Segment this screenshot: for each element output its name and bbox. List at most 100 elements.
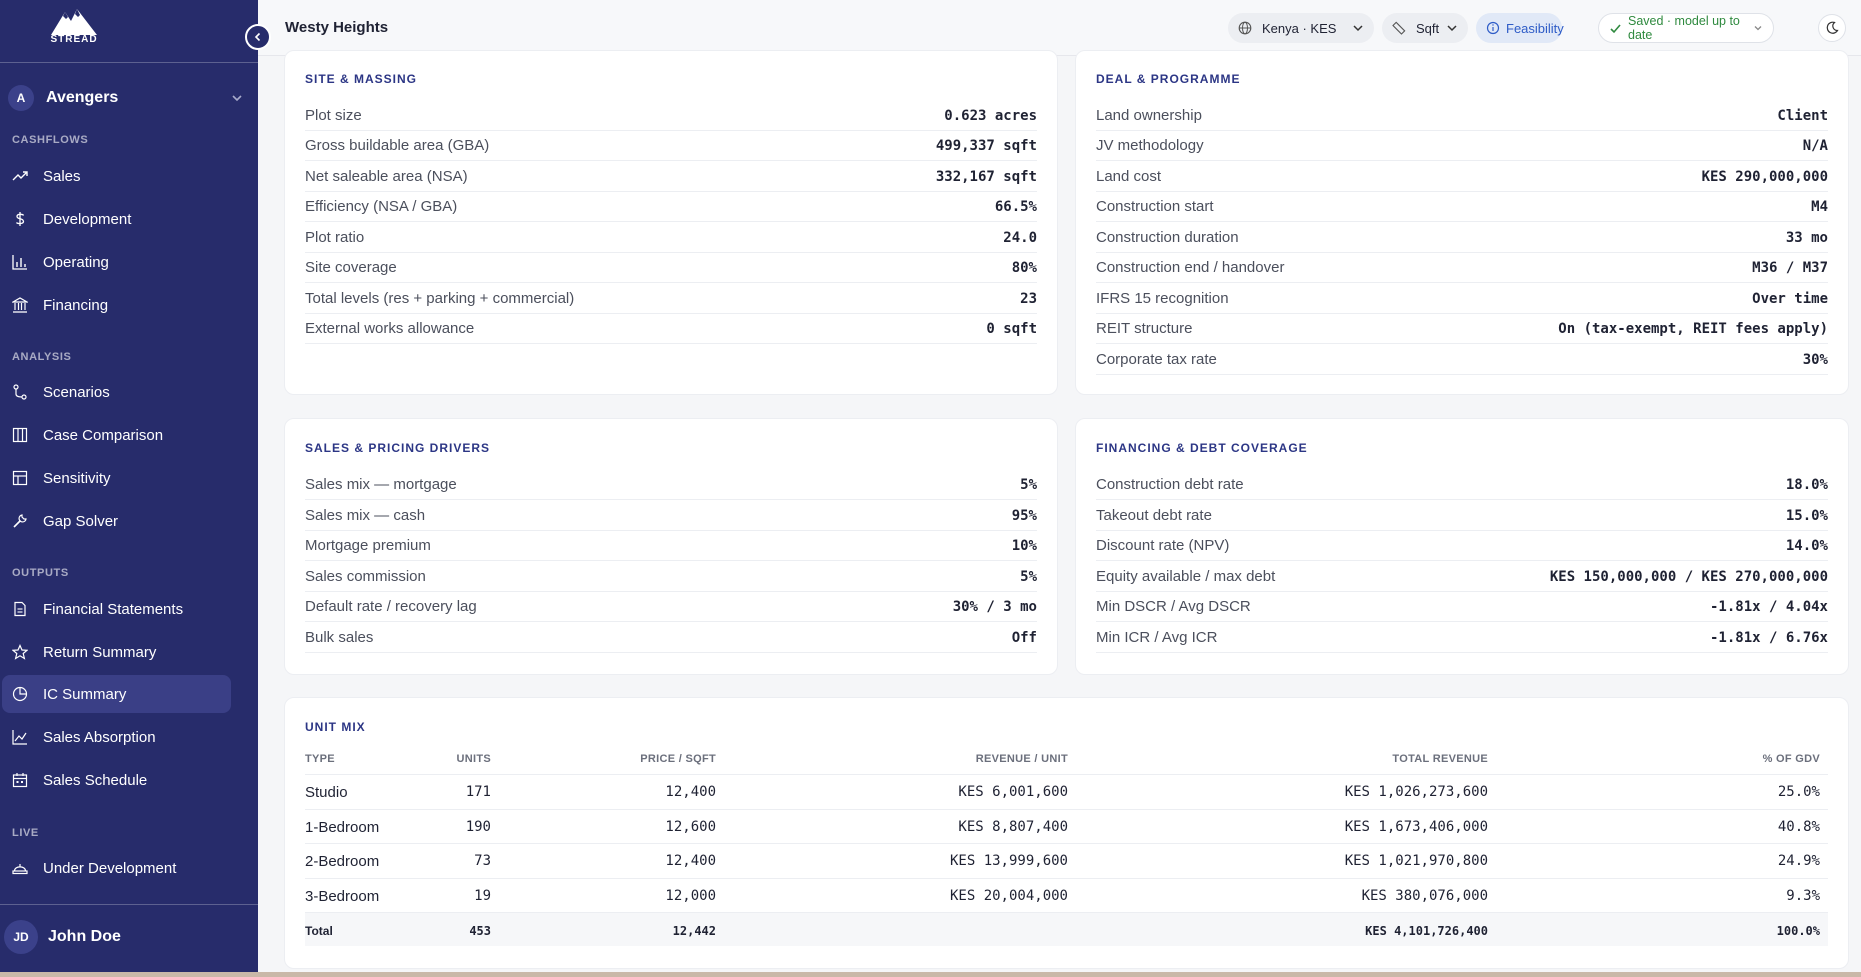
sidebar-item-label: Case Comparison <box>43 426 164 444</box>
sidebar-item-label: Development <box>43 210 132 228</box>
sidebar: STREAD A Avengers CASHFLOWS Sales Develo… <box>0 0 258 977</box>
kv-row: Total levels (res + parking + commercial… <box>305 284 1037 314</box>
kv-value: -1.81x / 6.76x <box>1709 629 1828 646</box>
kv-value: 30% <box>1802 351 1828 368</box>
kv-value: Client <box>1777 107 1828 124</box>
cell-gdv: 24.9% <box>1777 853 1820 869</box>
sidebar-item-financial-statements[interactable]: Financial Statements <box>2 590 231 628</box>
bank-icon <box>12 297 28 313</box>
header-gdv: % OF GDV <box>1762 753 1820 765</box>
kv-label: Sales mix — cash <box>305 507 426 524</box>
globe-icon <box>1238 21 1252 35</box>
sidebar-item-sales-absorption[interactable]: Sales Absorption <box>2 718 231 756</box>
workspace-switcher[interactable]: A Avengers <box>8 82 244 114</box>
cell-units: 73 <box>474 853 491 869</box>
sidebar-item-label: Sensitivity <box>43 469 111 487</box>
kv-row: Land ownership Client <box>1096 101 1828 131</box>
kv-row: Min DSCR / Avg DSCR -1.81x / 4.04x <box>1096 592 1828 622</box>
cell-type: 1-Bedroom <box>305 819 380 836</box>
sidebar-item-sales[interactable]: Sales <box>2 157 231 195</box>
header-revenue-unit: REVENUE / UNIT <box>975 753 1068 765</box>
kv-row: IFRS 15 recognition Over time <box>1096 284 1828 314</box>
sidebar-item-development[interactable]: Development <box>2 200 231 238</box>
kv-value: 18.0% <box>1785 476 1828 493</box>
table-row: 1-Bedroom 190 12,600 KES 8,807,400 KES 1… <box>305 809 1828 843</box>
card-title: UNIT MIX <box>305 720 366 734</box>
sidebar-item-label: Sales Absorption <box>43 728 156 746</box>
region-selector[interactable]: Kenya · KES <box>1228 13 1374 43</box>
kv-row: Land cost KES 290,000,000 <box>1096 162 1828 192</box>
sidebar-item-label: IC Summary <box>43 685 127 703</box>
header-total-revenue: TOTAL REVENUE <box>1392 753 1488 765</box>
save-status[interactable]: Saved · model up to date <box>1598 13 1774 43</box>
kv-value: 30% / 3 mo <box>952 598 1037 615</box>
cell-price: 12,400 <box>665 784 716 800</box>
cell-revenue-unit: KES 13,999,600 <box>949 853 1068 869</box>
kv-row: Net saleable area (NSA) 332,167 sqft <box>305 162 1037 192</box>
cell-units: 453 <box>469 924 491 938</box>
sidebar-item-label: Gap Solver <box>43 512 119 530</box>
kv-label: Efficiency (NSA / GBA) <box>305 198 458 215</box>
sidebar-item-scenarios[interactable]: Scenarios <box>2 373 231 411</box>
sidebar-item-label: Under Development <box>43 859 177 877</box>
section-title-cashflows: CASHFLOWS <box>12 134 89 146</box>
cell-type: Studio <box>305 784 348 801</box>
table-row: 2-Bedroom 73 12,400 KES 13,999,600 KES 1… <box>305 843 1828 877</box>
theme-toggle-button[interactable] <box>1818 14 1846 42</box>
kv-label: Construction duration <box>1096 229 1239 246</box>
kv-row: Sales mix — cash 95% <box>305 501 1037 531</box>
sidebar-item-case-comparison[interactable]: Case Comparison <box>2 416 231 454</box>
user-menu[interactable]: JD John Doe <box>4 920 121 954</box>
moon-icon <box>1826 21 1839 34</box>
window-bottom-edge <box>0 972 1861 977</box>
sidebar-item-under-development[interactable]: Under Development <box>2 849 231 887</box>
kv-row: JV methodology N/A <box>1096 131 1828 161</box>
collapse-sidebar-button[interactable] <box>245 24 271 50</box>
kv-value: On (tax-exempt, REIT fees apply) <box>1558 320 1828 337</box>
kv-label: Construction debt rate <box>1096 476 1244 493</box>
kv-row: Takeout debt rate 15.0% <box>1096 501 1828 531</box>
unit-selector[interactable]: Sqft <box>1382 13 1468 43</box>
sidebar-item-label: Financial Statements <box>43 600 184 618</box>
user-name: John Doe <box>48 928 121 945</box>
branch-icon <box>13 384 27 400</box>
kv-value: 5% <box>1020 568 1037 585</box>
workspace-name: Avengers <box>46 89 119 106</box>
kv-label: Gross buildable area (GBA) <box>305 137 490 154</box>
hardhat-icon <box>12 864 28 875</box>
sidebar-item-sensitivity[interactable]: Sensitivity <box>2 459 231 497</box>
kv-label: Min DSCR / Avg DSCR <box>1096 598 1251 615</box>
kv-value: KES 290,000,000 <box>1701 168 1828 185</box>
kv-row: Min ICR / Avg ICR -1.81x / 6.76x <box>1096 623 1828 653</box>
chevron-down-icon <box>1353 25 1363 32</box>
kv-value: 23 <box>1020 290 1037 307</box>
sidebar-item-gap-solver[interactable]: Gap Solver <box>2 502 231 540</box>
kv-value: KES 150,000,000 / KES 270,000,000 <box>1549 568 1828 585</box>
kv-value: 10% <box>1011 537 1037 554</box>
kv-row: Discount rate (NPV) 14.0% <box>1096 531 1828 561</box>
ruler-icon <box>1392 21 1406 35</box>
sidebar-item-return-summary[interactable]: Return Summary <box>2 633 231 671</box>
sidebar-item-financing[interactable]: Financing <box>2 286 231 324</box>
table-row: Studio 171 12,400 KES 6,001,600 KES 1,02… <box>305 774 1828 808</box>
chevron-down-icon <box>1754 26 1762 31</box>
kv-value: 80% <box>1011 259 1037 276</box>
kv-row: Construction start M4 <box>1096 192 1828 222</box>
kv-row: Sales commission 5% <box>305 562 1037 592</box>
stread-logo[interactable]: STREAD <box>44 6 104 48</box>
document-icon <box>14 601 26 617</box>
sidebar-item-ic-summary[interactable]: IC Summary <box>2 675 231 713</box>
sidebar-item-operating[interactable]: Operating <box>2 243 231 281</box>
cell-revenue-unit: KES 8,807,400 <box>958 819 1068 835</box>
cell-units: 171 <box>465 784 491 800</box>
site-massing-card: SITE & MASSING Plot size 0.623 acres Gros… <box>284 50 1058 395</box>
kv-row: Construction end / handover M36 / M37 <box>1096 253 1828 283</box>
stage-badge[interactable]: Feasibility <box>1476 13 1564 43</box>
header-price: PRICE / SQFT <box>640 753 716 765</box>
workspace-avatar: A <box>8 85 34 111</box>
sidebar-item-sales-schedule[interactable]: Sales Schedule <box>2 761 231 799</box>
kv-label: Corporate tax rate <box>1096 351 1217 368</box>
bar-chart-icon <box>12 255 27 270</box>
kv-value: 5% <box>1020 476 1037 493</box>
kv-label: Plot size <box>305 107 362 124</box>
